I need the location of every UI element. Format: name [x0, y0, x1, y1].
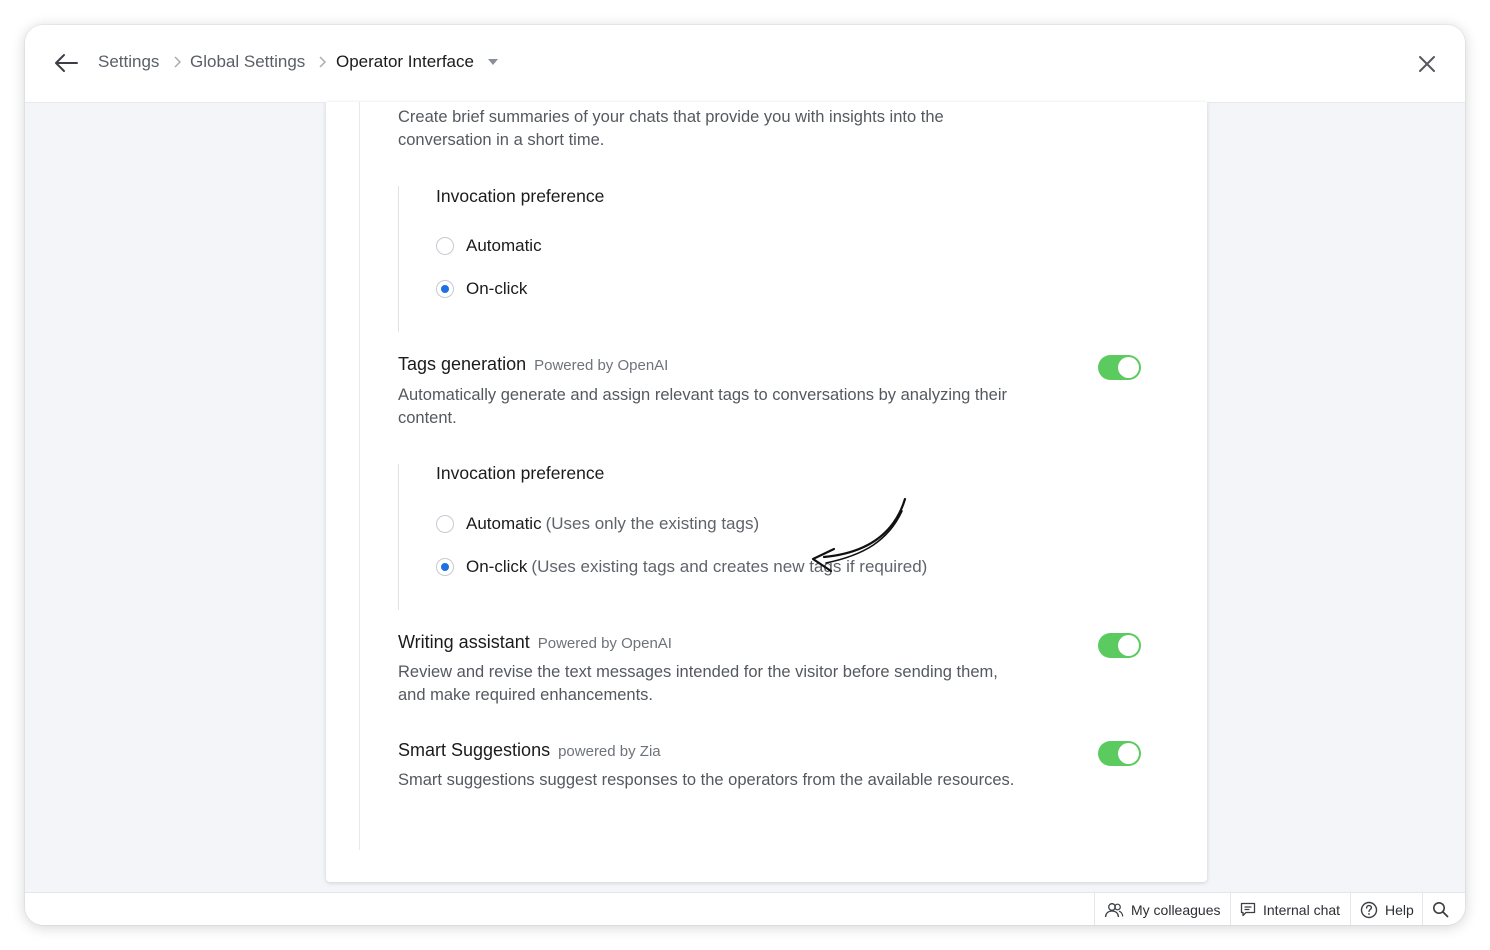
smart-suggestions-title: Smart Suggestions powered by Zia [398, 740, 661, 760]
invocation-preference-title: Invocation preference [436, 463, 605, 483]
bottom-toolbar: My colleagues Internal chat Help [25, 892, 1465, 925]
search-button[interactable] [1422, 893, 1465, 925]
powered-by-label: Powered by OpenAI [537, 635, 672, 652]
tags-generation-toggle[interactable] [1098, 355, 1141, 380]
tags-generation-title: Tags generation Powered by OpenAI [398, 354, 669, 374]
preference-rail [398, 186, 399, 332]
radio-button[interactable] [436, 237, 454, 255]
radio-button-selected[interactable] [436, 558, 454, 576]
caret-down-icon[interactable] [487, 58, 499, 66]
internal-chat-button[interactable]: Internal chat [1230, 893, 1350, 925]
powered-by-label: Powered by OpenAI [534, 357, 669, 374]
radio-option-automatic[interactable]: Automatic [436, 234, 542, 258]
writing-assistant-description: Review and revise the text messages inte… [398, 663, 998, 704]
settings-panel: Create brief summaries of your chats tha… [326, 102, 1207, 882]
radio-option-automatic[interactable]: Automatic (Uses only the existing tags) [436, 512, 759, 536]
header-bar: Settings Global Settings Operator Interf… [25, 25, 1465, 103]
breadcrumb-global-settings[interactable]: Global Settings [190, 52, 305, 72]
chevron-right-icon [319, 56, 327, 68]
search-icon [1433, 902, 1449, 918]
smart-suggestions-description: Smart suggestions suggest responses to t… [398, 771, 1015, 789]
radio-button-selected[interactable] [436, 280, 454, 298]
settings-window: Settings Global Settings Operator Interf… [25, 25, 1465, 925]
section-rail [359, 102, 360, 850]
chat-icon [1240, 902, 1256, 917]
breadcrumb-settings[interactable]: Settings [98, 52, 159, 72]
back-arrow-icon[interactable] [53, 52, 79, 74]
close-icon[interactable] [1418, 55, 1436, 73]
writing-assistant-toggle[interactable] [1098, 633, 1141, 658]
my-colleagues-button[interactable]: My colleagues [1094, 893, 1230, 925]
breadcrumb-operator-interface[interactable]: Operator Interface [336, 52, 474, 72]
smart-suggestions-toggle[interactable] [1098, 741, 1141, 766]
radio-option-on-click[interactable]: On-click [436, 277, 527, 301]
radio-button[interactable] [436, 515, 454, 533]
annotation-arrow-icon [811, 497, 907, 573]
invocation-preference-title: Invocation preference [436, 186, 605, 206]
chat-summary-description: Create brief summaries of your chats tha… [398, 108, 944, 149]
help-icon [1360, 901, 1378, 918]
powered-by-label: powered by Zia [558, 743, 661, 760]
chevron-right-icon [174, 56, 182, 68]
tags-generation-description: Automatically generate and assign releva… [398, 386, 1008, 427]
preference-rail [398, 464, 399, 610]
help-button[interactable]: Help [1350, 893, 1422, 925]
users-icon [1104, 902, 1124, 917]
writing-assistant-title: Writing assistant Powered by OpenAI [398, 632, 672, 652]
